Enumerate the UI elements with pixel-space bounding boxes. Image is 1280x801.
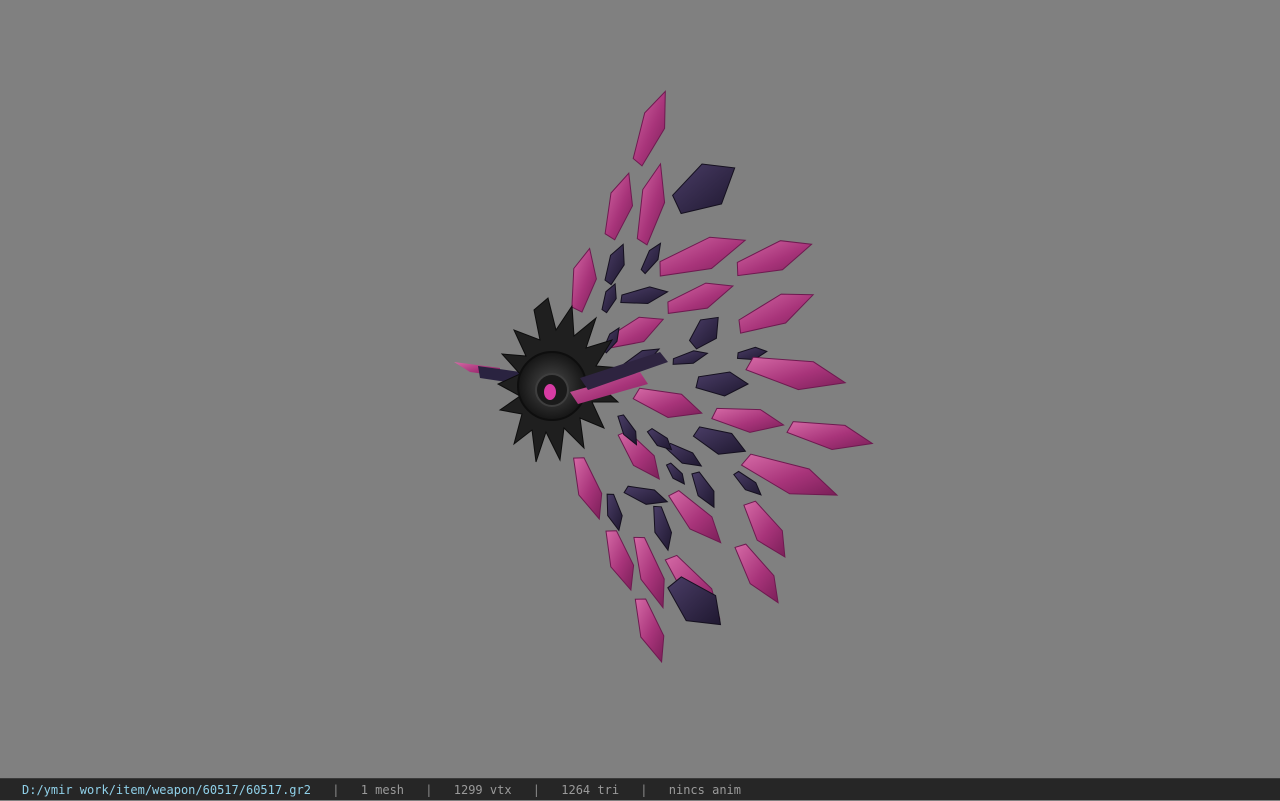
magenta-crystal-shard (634, 598, 665, 664)
magenta-crystal-shard (604, 172, 634, 241)
magenta-crystal-shard (786, 421, 874, 451)
separator: | (425, 783, 433, 797)
dark-crystal-shard (692, 426, 747, 455)
mesh-count: 1 mesh (360, 783, 405, 797)
dark-crystal-shard (623, 485, 669, 505)
magenta-crystal-shard (667, 282, 735, 314)
magenta-crystal-shard (632, 90, 666, 167)
magenta-crystal-shard (573, 457, 603, 521)
dark-crystal-shard (688, 316, 719, 350)
status-bar: D:/ymir work/item/weapon/60517/60517.gr2… (0, 778, 1280, 800)
magenta-crystal-shard (745, 356, 847, 391)
separator: | (332, 783, 340, 797)
dark-crystal-shard (672, 163, 736, 215)
magenta-crystal-shard (636, 162, 666, 246)
file-path: D:/ymir work/item/weapon/60517/60517.gr2 (22, 783, 311, 797)
magenta-crystal-shard (738, 293, 815, 334)
dark-crystal-shard (667, 576, 722, 626)
dark-crystal-shard (691, 471, 715, 509)
dark-crystal-shard (665, 462, 686, 485)
magenta-crystal-shard (571, 247, 597, 313)
weapon-model-render (454, 90, 874, 664)
triangle-count: 1264 tri (561, 783, 620, 797)
dark-crystal-shard (672, 350, 709, 365)
dark-crystal-shard (646, 428, 673, 451)
magenta-crystal-shard (633, 536, 665, 610)
dark-crystal-shard (695, 371, 749, 397)
animation-status: nincs anim (668, 783, 741, 797)
dark-crystal-shard (640, 242, 662, 275)
dark-crystal-shard (604, 243, 625, 286)
separator: | (640, 783, 648, 797)
magenta-crystal-shard (734, 543, 779, 604)
separator: | (532, 783, 541, 797)
dark-crystal-shard (620, 286, 669, 305)
3d-viewport[interactable] (0, 0, 1280, 778)
dark-crystal-shard (601, 282, 617, 314)
dark-crystal-shard (606, 493, 623, 532)
dark-crystal-shard (653, 505, 673, 552)
magenta-crystal-shard (736, 240, 813, 277)
magenta-crystal-shard (711, 407, 785, 433)
magenta-crystal-shard (632, 387, 703, 419)
hub-gem (544, 384, 556, 400)
magenta-crystal-shard (605, 530, 635, 592)
vertex-count: 1299 vtx (453, 783, 512, 797)
dark-crystal-shard (733, 470, 762, 496)
magenta-crystal-shard (659, 236, 747, 277)
